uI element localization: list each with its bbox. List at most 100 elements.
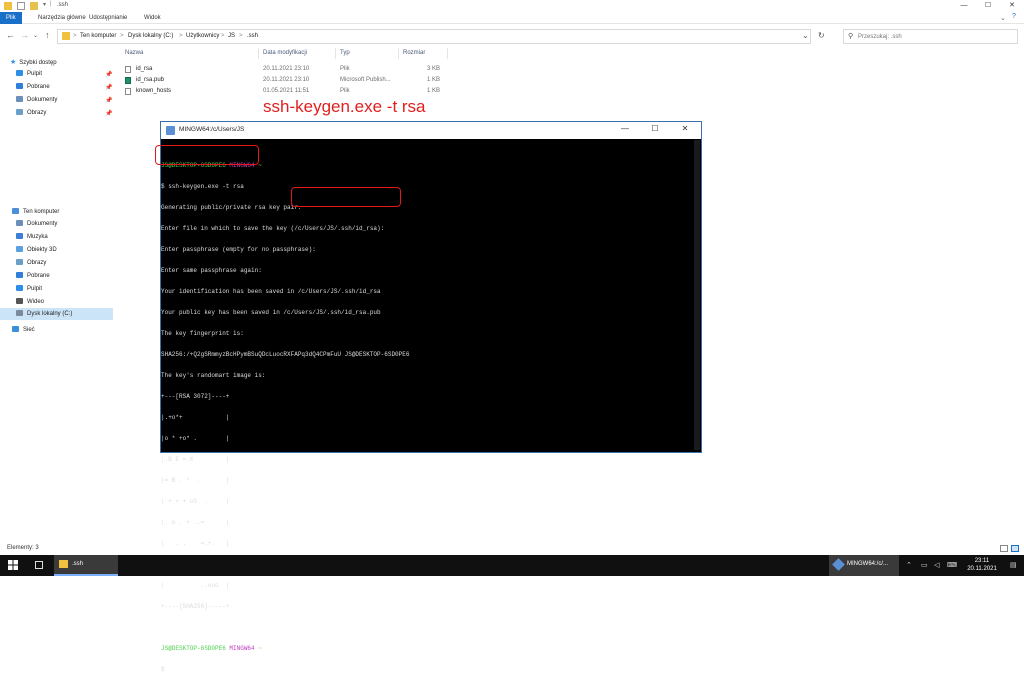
- download-icon: [16, 83, 23, 89]
- address-dropdown-icon[interactable]: ⌄: [802, 31, 809, 40]
- taskbar-explorer[interactable]: .ssh: [54, 555, 118, 576]
- start-button[interactable]: [0, 555, 26, 576]
- sidebar-item-label: Dysk lokalny (C:): [27, 311, 73, 317]
- documents-icon: [16, 220, 23, 226]
- breadcrumb-ssh[interactable]: .ssh: [247, 33, 258, 39]
- sidebar-item-network[interactable]: Sieć: [12, 325, 35, 336]
- large-icons-view-icon[interactable]: [1011, 545, 1019, 552]
- terminal-output[interactable]: JS@DESKTOP-6SD0PE6 MINGW64 ~ $ ssh-keyge…: [161, 148, 701, 687]
- breadcrumb-local-disk[interactable]: Dysk lokalny (C:): [128, 33, 173, 39]
- chevron-up-icon[interactable]: ⌃: [906, 561, 912, 569]
- breadcrumb-this-pc[interactable]: Ten komputer: [80, 33, 116, 39]
- network-icon[interactable]: ▭: [921, 561, 928, 569]
- back-arrow-icon[interactable]: ←: [6, 30, 15, 40]
- breadcrumb-users[interactable]: Użytkownicy: [186, 33, 219, 39]
- status-item-count: Elementy: 3: [7, 545, 39, 551]
- sidebar-item-desktop[interactable]: Pulpit: [16, 284, 42, 295]
- tab-share[interactable]: Udostępnianie: [89, 12, 127, 24]
- recent-dropdown-icon[interactable]: ⌄: [33, 32, 38, 39]
- address-bar[interactable]: > Ten komputer > Dysk lokalny (C:) > Uży…: [57, 29, 811, 44]
- column-divider[interactable]: [258, 48, 259, 59]
- sidebar-item-3d-objects[interactable]: Obiekty 3D: [16, 245, 57, 256]
- sidebar-item-this-pc[interactable]: Ten komputer: [12, 207, 59, 218]
- sidebar-item-downloads[interactable]: Pobrane: [16, 82, 50, 93]
- column-header-type[interactable]: Typ: [340, 50, 350, 56]
- tab-file[interactable]: Plik: [0, 12, 22, 24]
- task-view-icon: [35, 561, 43, 569]
- taskbar-mingw-label: MINGW64:/c/...: [847, 561, 889, 567]
- search-input[interactable]: ⚲ Przeszukaj: .ssh: [843, 29, 1018, 44]
- mingw-icon: [166, 126, 175, 135]
- sidebar-item-music[interactable]: Muzyka: [16, 232, 48, 243]
- help-icon[interactable]: ?: [1012, 13, 1016, 20]
- notifications-icon[interactable]: ▤: [1010, 561, 1017, 569]
- file-row[interactable]: id_rsa.pub 20.11.2021 23:10 Microsoft Pu…: [122, 75, 452, 86]
- column-divider[interactable]: [398, 48, 399, 59]
- sidebar-item-label: Wideo: [27, 299, 45, 305]
- refresh-icon[interactable]: ↻: [818, 31, 825, 40]
- computer-icon: [12, 208, 19, 214]
- column-divider[interactable]: [335, 48, 336, 59]
- pin-icon: 📌: [105, 85, 113, 91]
- terminal-window[interactable]: MINGW64:/c/Users/JS — ☐ ✕ JS@DESKTOP-6SD…: [155, 121, 702, 673]
- task-view-button[interactable]: [28, 555, 50, 576]
- properties-icon[interactable]: [17, 2, 25, 10]
- tab-home[interactable]: Narzędzia główne: [38, 12, 86, 24]
- forward-arrow-icon[interactable]: →: [20, 30, 29, 40]
- terminal-scrollbar[interactable]: [694, 140, 700, 450]
- close-button[interactable]: ✕: [1000, 0, 1024, 12]
- sidebar-item-pictures[interactable]: Obrazy: [16, 258, 46, 269]
- sidebar-item-label: Obrazy: [27, 260, 47, 266]
- cursor-line: $: [161, 666, 165, 673]
- prompt-dir: ~: [258, 645, 262, 652]
- sidebar-item-documents[interactable]: Dokumenty: [16, 95, 57, 106]
- sidebar-item-desktop[interactable]: Pulpit: [16, 69, 42, 80]
- maximize-button[interactable]: ☐: [976, 0, 1000, 12]
- minimize-button[interactable]: —: [952, 0, 976, 12]
- sidebar-item-label: Pulpit: [27, 286, 43, 292]
- language-icon[interactable]: ⌨: [947, 561, 957, 569]
- taskbar-mingw[interactable]: MINGW64:/c/...: [829, 555, 899, 576]
- mingw-icon: [832, 558, 845, 571]
- terminal-line: Generating public/private rsa key pair.: [161, 204, 302, 211]
- terminal-minimize-button[interactable]: —: [615, 124, 635, 133]
- system-clock[interactable]: 23:11 20.11.2021: [957, 557, 1007, 573]
- sidebar-item-downloads[interactable]: Pobrane: [16, 271, 50, 282]
- file-size: 3 KB: [427, 66, 441, 72]
- new-folder-icon[interactable]: [30, 2, 38, 10]
- breadcrumb-separator: >: [73, 33, 77, 39]
- volume-icon[interactable]: ◁: [934, 561, 939, 569]
- column-header-date[interactable]: Data modyfikacji: [263, 50, 307, 56]
- file-name: id_rsa: [136, 66, 153, 72]
- pin-icon: 📌: [105, 111, 113, 117]
- sidebar-item-local-disk[interactable]: Dysk lokalny (C:): [0, 308, 113, 320]
- randomart-line: |= B . * . |: [161, 477, 230, 484]
- taskbar: .ssh MINGW64:/c/... ⌃ ▭ ◁ ⌨ 23:11 20.11.…: [0, 555, 1024, 576]
- terminal-close-button[interactable]: ✕: [675, 124, 695, 133]
- windows-logo-icon: [8, 560, 18, 570]
- quick-access-dropdown-icon[interactable]: ▾: [43, 1, 46, 8]
- sidebar-item-videos[interactable]: Wideo: [16, 297, 44, 308]
- column-divider[interactable]: [447, 48, 448, 59]
- terminal-title-bar[interactable]: MINGW64:/c/Users/JS — ☐ ✕: [161, 122, 701, 139]
- column-header-size[interactable]: Rozmiar: [403, 50, 425, 56]
- file-name: id_rsa.pub: [136, 77, 165, 83]
- separator: |: [50, 1, 52, 7]
- up-arrow-icon[interactable]: ↑: [45, 30, 50, 40]
- ribbon-tabs: Plik Narzędzia główne Udostępnianie Wido…: [0, 12, 1024, 24]
- details-view-icon[interactable]: [1000, 545, 1008, 552]
- terminal-maximize-button[interactable]: ☐: [645, 124, 665, 133]
- column-header-name[interactable]: Nazwa: [125, 50, 143, 56]
- highlight-key-paths: [291, 187, 401, 207]
- ribbon-expand-icon[interactable]: ⌄: [1000, 14, 1006, 22]
- breadcrumb-js[interactable]: JS: [228, 33, 235, 39]
- tab-view[interactable]: Widok: [144, 12, 161, 24]
- sidebar-item-documents[interactable]: Dokumenty: [16, 219, 57, 230]
- file-row[interactable]: known_hosts 01.05.2021 11:51 Plik 1 KB: [122, 86, 452, 97]
- sidebar-item-label: Sieć: [23, 327, 35, 333]
- sidebar-item-pictures[interactable]: Obrazy: [16, 108, 46, 119]
- randomart-line: |. o . + ..= |: [161, 519, 230, 526]
- sidebar-item-quick-access[interactable]: ★ Szybki dostęp: [10, 57, 57, 68]
- file-row[interactable]: id_rsa 20.11.2021 23:10 Plik 3 KB: [122, 64, 452, 75]
